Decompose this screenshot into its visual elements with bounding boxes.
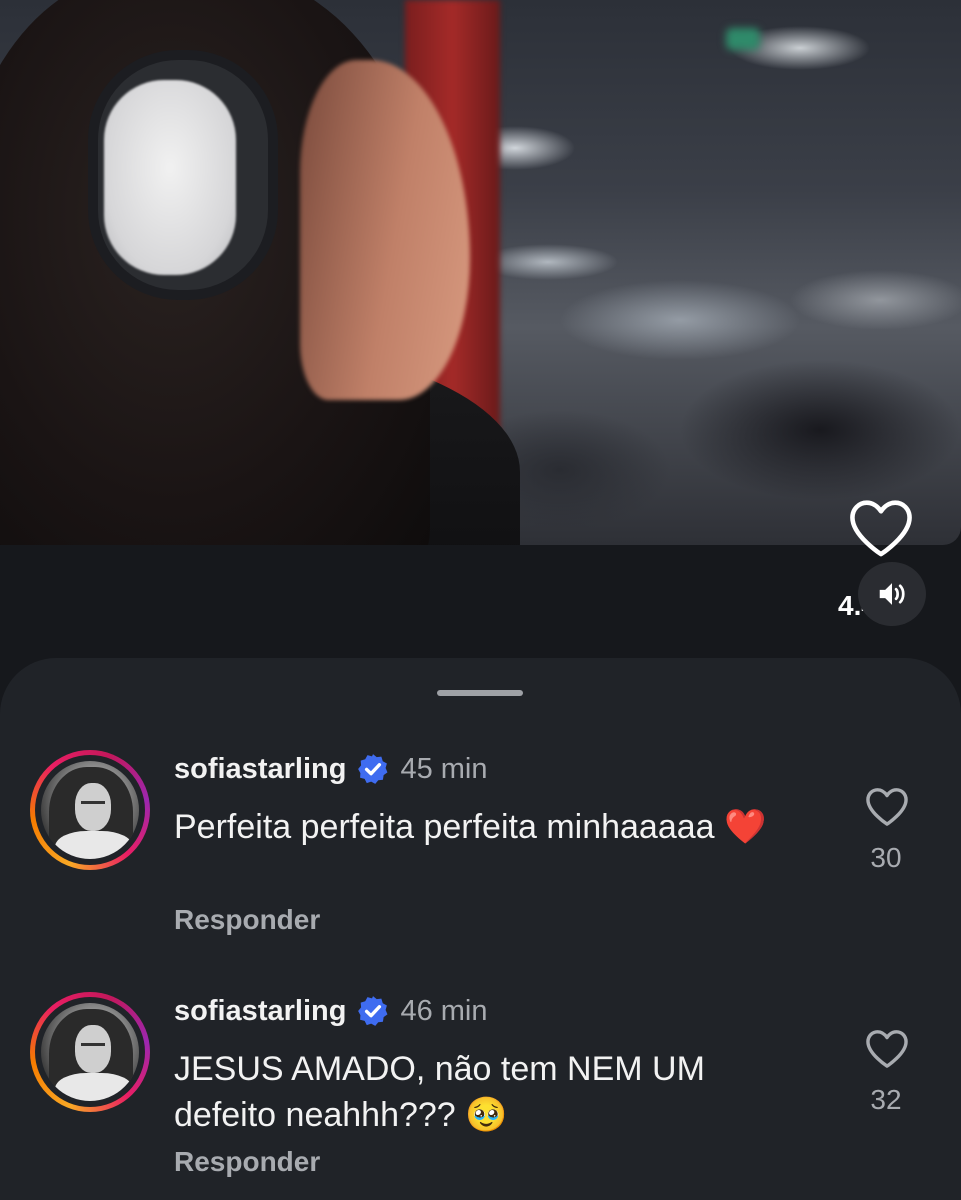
comment-like-count: 32 <box>870 1084 902 1115</box>
comment-item: sofiastarling 46 min JESUS AMADO, não te… <box>0 980 961 1200</box>
comment-like-button[interactable] <box>862 1026 912 1070</box>
verified-badge-icon <box>358 996 388 1026</box>
reply-button[interactable]: Responder <box>174 1146 320 1178</box>
comment-time: 46 min <box>400 994 488 1027</box>
mute-button[interactable] <box>858 562 926 626</box>
story-ring[interactable] <box>30 992 150 1112</box>
sheet-drag-handle[interactable] <box>437 690 523 696</box>
comment-like-count: 30 <box>870 842 902 873</box>
comment-username[interactable]: sofiastarling <box>174 753 346 786</box>
story-ring[interactable] <box>30 750 150 870</box>
reply-button[interactable]: Responder <box>174 904 320 936</box>
comment-username[interactable]: sofiastarling <box>174 995 346 1028</box>
background-light <box>726 28 760 50</box>
comment-item: sofiastarling 45 min Perfeita perfeita p… <box>0 738 961 968</box>
heart-icon <box>866 1030 908 1068</box>
heart-icon <box>850 500 912 557</box>
heart-icon <box>866 788 908 826</box>
comment-text: Perfeita perfeita perfeita minhaaaaa ❤️ <box>174 808 767 846</box>
avatar <box>41 761 139 859</box>
comment-time: 45 min <box>400 752 488 785</box>
comment-header: sofiastarling 46 min <box>174 994 487 1028</box>
video-player[interactable] <box>0 0 961 545</box>
avatar <box>41 1003 139 1101</box>
comments-sheet: sofiastarling 45 min Perfeita perfeita p… <box>0 658 961 1200</box>
video-like-button[interactable] <box>845 496 917 558</box>
verified-badge-icon <box>358 754 388 784</box>
comment-header: sofiastarling 45 min <box>174 752 487 786</box>
comment-text: JESUS AMADO, não tem NEM UM defeito neah… <box>174 1050 705 1134</box>
speaker-icon <box>879 583 905 605</box>
comment-like-button[interactable] <box>862 784 912 828</box>
headphone-cup <box>104 80 236 275</box>
